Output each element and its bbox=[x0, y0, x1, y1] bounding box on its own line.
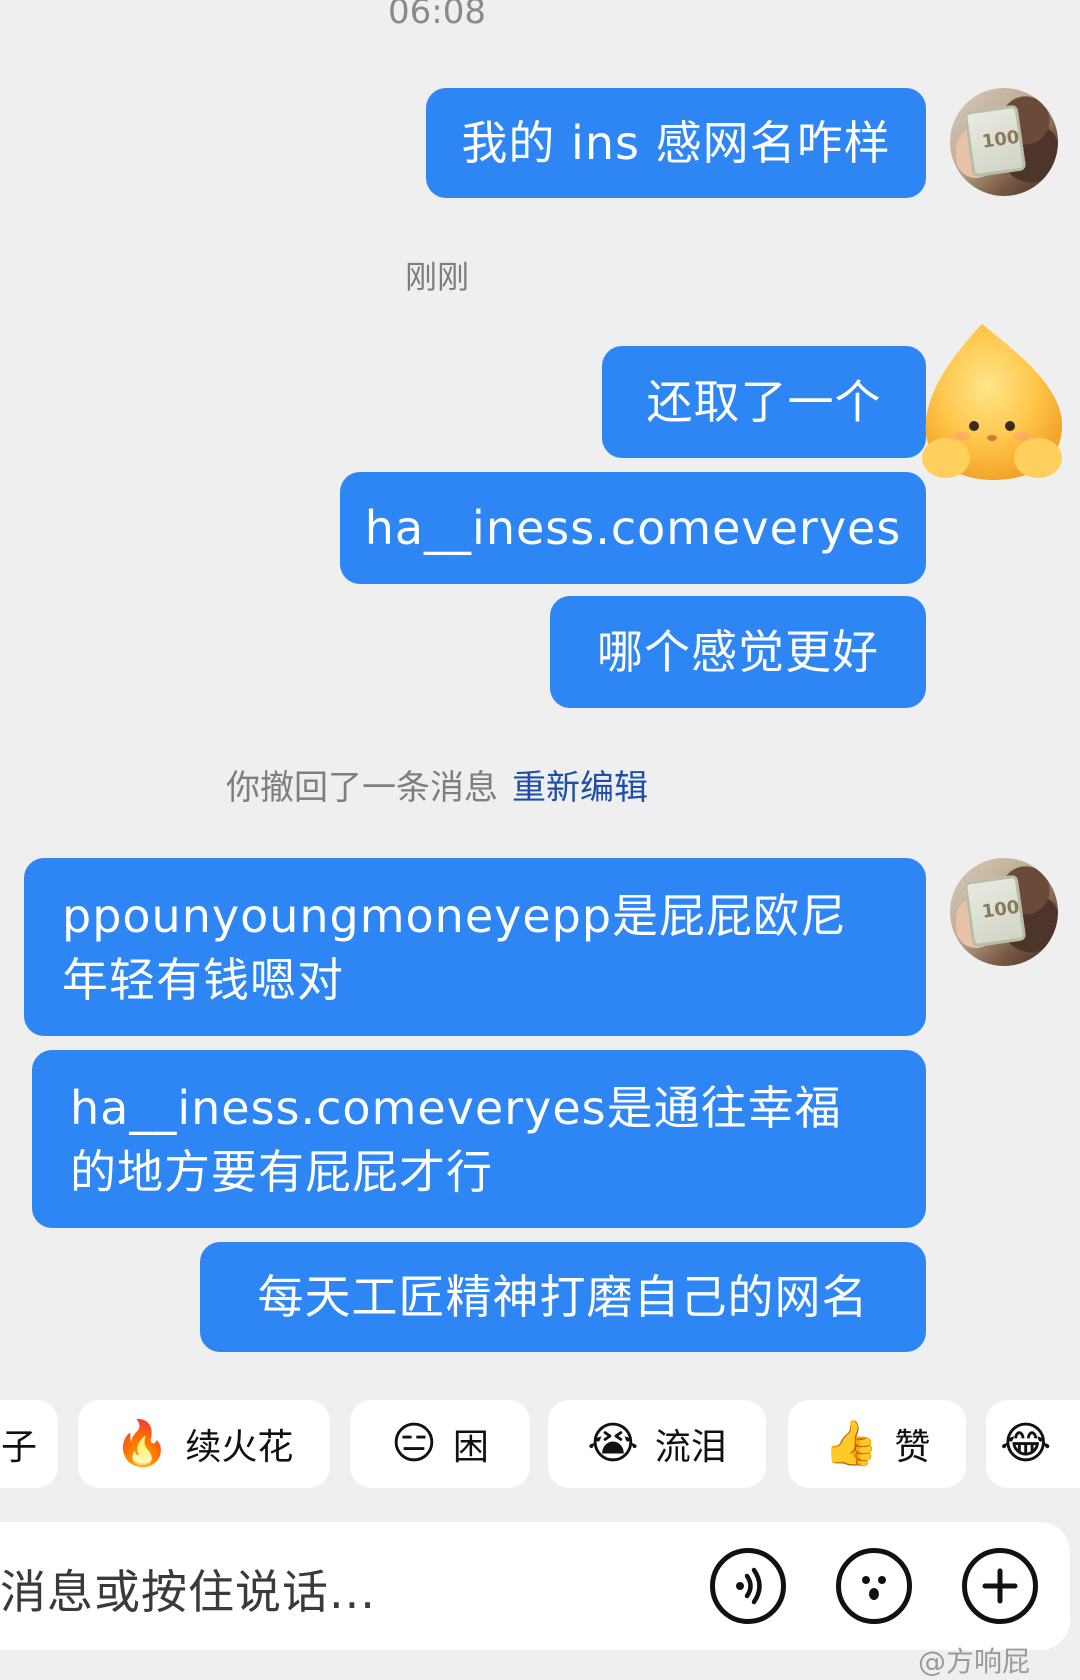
re-edit-link[interactable]: 重新编辑 bbox=[512, 768, 648, 808]
message-bubble[interactable]: ha__iness.comeveryes是通往幸福的地方要有屁屁才行 bbox=[32, 1050, 926, 1228]
fire-icon: 🔥 bbox=[114, 1418, 170, 1469]
chip-label: 流泪 bbox=[654, 1427, 727, 1468]
voice-icon[interactable] bbox=[710, 1548, 786, 1624]
mascot-sticker-icon[interactable] bbox=[912, 316, 1072, 486]
laughing-face-icon: 😂 bbox=[1000, 1418, 1052, 1469]
chip-label: 赞 bbox=[894, 1427, 931, 1468]
recall-text: 你撤回了一条消息 bbox=[226, 768, 498, 808]
watermark-text: @方响屁 bbox=[918, 1645, 1031, 1678]
message-text: 每天工匠精神打磨自己的网名 bbox=[257, 1270, 869, 1324]
user-avatar[interactable]: 100 bbox=[950, 858, 1058, 966]
message-bubble[interactable]: 哪个感觉更好 bbox=[550, 596, 926, 708]
voice-wave-glyph bbox=[736, 1567, 762, 1605]
message-bubble[interactable]: 还取了一个 bbox=[602, 346, 926, 458]
quick-reply-chip[interactable]: 子 bbox=[0, 1400, 58, 1488]
plus-glyph bbox=[982, 1568, 1018, 1604]
banknote-shape: 100 bbox=[963, 874, 1027, 948]
banknote-shape: 100 bbox=[963, 104, 1027, 178]
message-text: 哪个感觉更好 bbox=[597, 625, 879, 679]
emoji-icon[interactable] bbox=[836, 1548, 912, 1624]
crying-face-icon: 😭 bbox=[587, 1418, 639, 1469]
message-bubble[interactable]: ha__iness.comeveryes bbox=[340, 472, 926, 584]
thumbs-up-icon: 👍 bbox=[823, 1418, 879, 1469]
quick-reply-chip-cry[interactable]: 😭 流泪 bbox=[548, 1400, 766, 1488]
chip-label: 续火花 bbox=[185, 1427, 294, 1468]
face-glyph bbox=[862, 1576, 886, 1600]
message-text: 还取了一个 bbox=[646, 375, 882, 429]
message-text: 我的 ins 感网名咋样 bbox=[461, 116, 891, 170]
timestamp-middle: 刚刚 bbox=[404, 258, 469, 296]
sleepy-face-icon: 😑 bbox=[391, 1418, 437, 1469]
chip-label: 困 bbox=[452, 1427, 489, 1468]
message-bubble[interactable]: ppounyoungmoneyepp是屁屁欧尼年轻有钱嗯对 bbox=[24, 858, 926, 1036]
quick-reply-chip-laugh[interactable]: 😂 bbox=[986, 1400, 1080, 1488]
chip-label: 子 bbox=[0, 1427, 37, 1468]
banknote-text: 100 bbox=[980, 896, 1021, 923]
message-bubble[interactable]: 我的 ins 感网名咋样 bbox=[426, 88, 926, 198]
quick-reply-chip-sleepy[interactable]: 😑 困 bbox=[350, 1400, 530, 1488]
message-text: ha__iness.comeveryes是通往幸福的地方要有屁屁才行 bbox=[70, 1081, 842, 1199]
quick-reply-chip-fire[interactable]: 🔥 续火花 bbox=[78, 1400, 330, 1488]
message-text: ha__iness.comeveryes bbox=[364, 501, 902, 555]
user-avatar[interactable]: 100 bbox=[950, 88, 1058, 196]
timestamp-top: 06:08 bbox=[388, 0, 486, 32]
message-bubble[interactable]: 每天工匠精神打磨自己的网名 bbox=[200, 1242, 926, 1352]
message-text: ppounyoungmoneyepp是屁屁欧尼年轻有钱嗯对 bbox=[62, 889, 848, 1007]
quick-reply-chip-like[interactable]: 👍 赞 bbox=[788, 1400, 966, 1488]
message-input-placeholder[interactable]: 消息或按住说话... bbox=[0, 1556, 376, 1622]
add-icon[interactable] bbox=[962, 1548, 1038, 1624]
banknote-text: 100 bbox=[980, 126, 1021, 153]
recall-notice: 你撤回了一条消息 重新编辑 bbox=[0, 760, 874, 809]
